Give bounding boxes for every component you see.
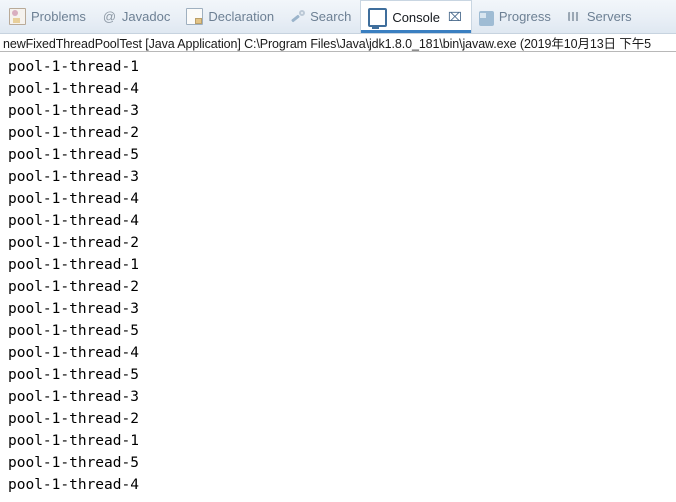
tab-label: Search	[310, 9, 352, 24]
tab-javadoc[interactable]: @ Javadoc	[95, 0, 179, 33]
console-line: pool-1-thread-5	[8, 147, 139, 163]
console-line: pool-1-thread-4	[8, 345, 139, 361]
console-line: pool-1-thread-3	[8, 169, 139, 185]
console-line: pool-1-thread-1	[8, 59, 139, 75]
console-line: pool-1-thread-4	[8, 477, 139, 493]
tab-declaration[interactable]: Declaration	[179, 0, 283, 33]
console-line: pool-1-thread-5	[8, 323, 139, 339]
tab-progress[interactable]: Progress	[472, 0, 560, 33]
console-line: pool-1-thread-4	[8, 191, 139, 207]
console-line: pool-1-thread-2	[8, 125, 139, 141]
tab-label: Servers	[586, 9, 632, 24]
tab-label: Javadoc	[121, 9, 171, 24]
console-line: pool-1-thread-3	[8, 389, 139, 405]
progress-icon	[478, 10, 494, 26]
console-line: pool-1-thread-3	[8, 103, 139, 119]
console-line: pool-1-thread-4	[8, 81, 139, 97]
console-line: pool-1-thread-5	[8, 455, 139, 471]
view-tab-bar: Problems @ Javadoc Declaration Search Co…	[0, 0, 676, 34]
console-line: pool-1-thread-5	[8, 367, 139, 383]
tab-search[interactable]: Search	[283, 0, 360, 33]
console-line: pool-1-thread-2	[8, 279, 139, 295]
console-line: pool-1-thread-2	[8, 411, 139, 427]
tab-console[interactable]: Console ⌧	[360, 0, 472, 33]
console-line: pool-1-thread-2	[8, 235, 139, 251]
tab-label: Problems	[31, 9, 86, 24]
declaration-icon	[186, 8, 204, 25]
search-icon	[290, 9, 306, 24]
console-icon	[368, 8, 388, 29]
console-line: pool-1-thread-1	[8, 433, 139, 449]
servers-icon	[567, 9, 582, 24]
tab-label: Declaration	[208, 9, 275, 24]
console-line: pool-1-thread-4	[8, 213, 139, 229]
javadoc-icon: @	[102, 9, 117, 24]
tab-label: Progress	[498, 9, 551, 24]
tab-label: Console	[392, 9, 441, 25]
close-icon[interactable]: ⌧	[448, 11, 462, 23]
console-line: pool-1-thread-3	[8, 301, 139, 317]
tab-problems[interactable]: Problems	[2, 0, 95, 33]
problems-icon	[9, 8, 26, 25]
tab-servers[interactable]: Servers	[560, 0, 641, 33]
console-output[interactable]: pool-1-thread-1 pool-1-thread-4 pool-1-thr…	[0, 52, 676, 501]
console-line: pool-1-thread-1	[8, 257, 139, 273]
launch-configuration-status: newFixedThreadPoolTest [Java Application…	[0, 34, 676, 52]
